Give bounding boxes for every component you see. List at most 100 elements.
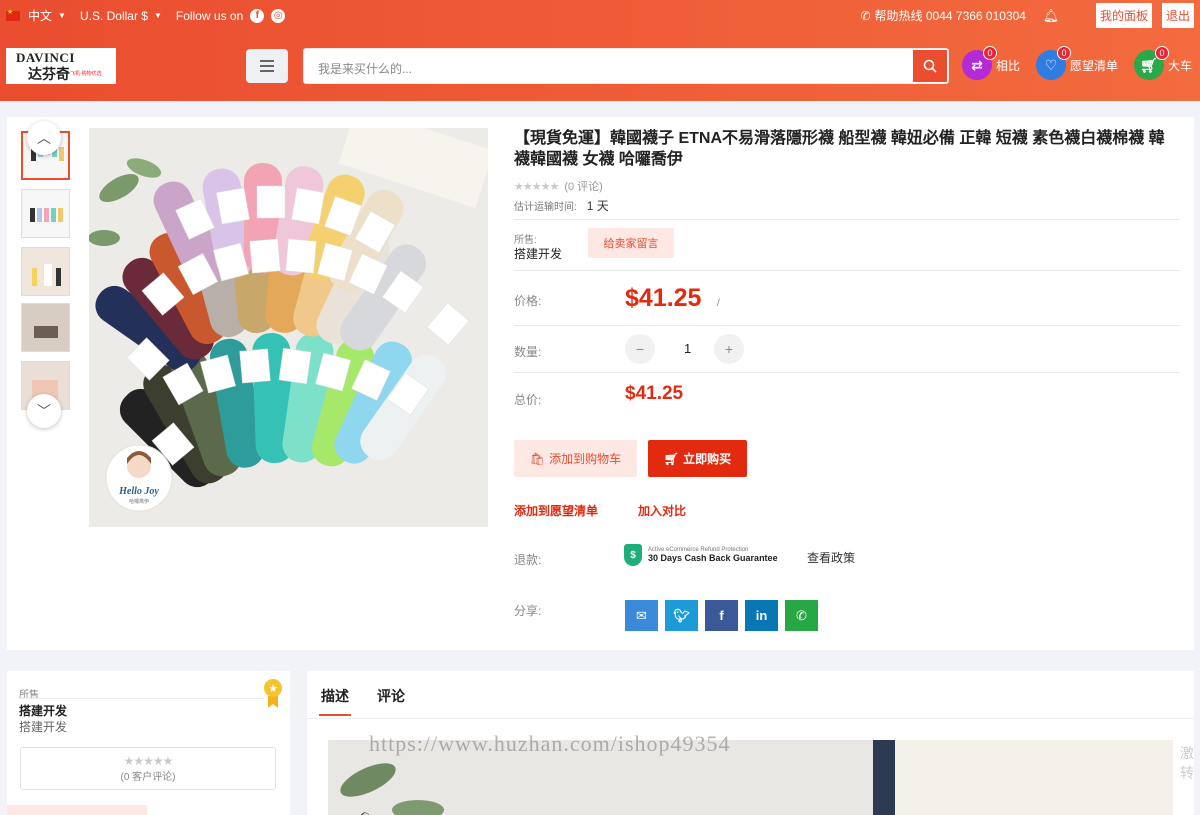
total-value: $41.25 — [625, 383, 684, 404]
quantity-label: 数量: — [514, 345, 542, 359]
view-policy-link[interactable]: 查看政策 — [807, 549, 855, 566]
chevron-down-icon: ▼ — [153, 11, 162, 20]
wishlist-link[interactable]: ♡ 0 愿望清单 — [1036, 46, 1119, 80]
buy-now-label: 立即购买 — [683, 452, 732, 466]
search-bar[interactable]: 我是来买什么的... — [303, 48, 949, 84]
follow-label: Follow us on — [175, 8, 244, 23]
socks-photo: Hello Joy 哈囉喬伊 — [89, 128, 488, 527]
divider — [514, 325, 1180, 326]
compare-count: 0 — [983, 46, 997, 60]
dashboard-button[interactable]: 我的面板 — [1095, 3, 1152, 28]
quantity-decrease-button[interactable]: − — [625, 334, 655, 364]
thumbnail-down-button[interactable]: ﹀ — [27, 394, 61, 428]
add-to-wishlist-link[interactable]: 添加到愿望清单 — [514, 502, 598, 519]
buy-now-button[interactable]: 🛒︎ 立即购买 — [648, 440, 747, 477]
message-seller-button[interactable]: 给卖家留言 — [588, 228, 674, 258]
svg-text:★: ★ — [268, 683, 278, 695]
bell-icon[interactable]: 🔔︎ — [1036, 8, 1066, 24]
cart-icon: 🛒︎ — [663, 451, 680, 466]
search-input[interactable]: 我是来买什么的... — [318, 60, 412, 77]
cart-link[interactable]: 🛒︎ 0 大车 — [1134, 46, 1193, 80]
seller-box-name[interactable]: 搭建开发 — [19, 702, 67, 719]
price-value: $41.25 — [625, 284, 702, 312]
compare-label: 相比 — [996, 58, 1021, 73]
thumbnail-2[interactable] — [21, 189, 70, 238]
linkedin-share-button[interactable]: in — [745, 600, 778, 631]
price-label: 价格: — [514, 294, 542, 308]
seller-name[interactable]: 搭建开发 — [514, 245, 562, 262]
heart-icon: ♡ 0 — [1036, 46, 1071, 80]
compare-link[interactable]: ⇄ 0 相比 — [962, 46, 1021, 80]
guarantee-title: 30 Days Cash Back Guarantee — [648, 553, 778, 563]
twitter-share-button[interactable]: 🐦︎ — [665, 600, 698, 631]
currency-label: U.S. Dollar $ — [79, 8, 148, 23]
compare-icon: ⇄ 0 — [962, 46, 997, 80]
language-label: 中文 — [28, 9, 53, 23]
cart-icon: 🛒︎ 0 — [1134, 46, 1169, 80]
phone-icon: ✆ — [860, 8, 871, 23]
wishlist-count: 0 — [1057, 46, 1071, 60]
search-button[interactable] — [913, 50, 947, 82]
facebook-icon[interactable]: f — [250, 8, 265, 23]
watermark-text: https://www.huzhan.com/ishop49354 — [369, 731, 731, 756]
seller-rating-box: ★★★★★ (0 客户评论) — [20, 747, 276, 790]
chevron-down-icon: ▼ — [58, 11, 66, 20]
quantity-increase-button[interactable]: + — [714, 334, 744, 364]
site-header: 中文 ▼ U.S. Dollar $ ▼ Follow us on f ◎ ✆ … — [0, 0, 1200, 101]
wishlist-label: 愿望清单 — [1070, 58, 1119, 73]
whatsapp-share-button[interactable]: ✆ — [785, 600, 818, 631]
instagram-icon[interactable]: ◎ — [271, 8, 286, 23]
menu-button[interactable] — [246, 49, 288, 83]
logout-button[interactable]: 退出 — [1161, 3, 1194, 28]
medal-icon: ★ — [263, 678, 283, 708]
site-logo[interactable]: DAVINCI 达芬奇 飞机·购物优选 — [6, 48, 116, 84]
seller-box-subname: 搭建开发 — [19, 720, 68, 734]
china-flag-icon — [6, 8, 20, 21]
divider — [514, 270, 1180, 271]
minus-icon: − — [635, 341, 645, 357]
linkedin-icon: in — [755, 608, 768, 623]
divider — [514, 372, 1180, 373]
hamburger-icon — [260, 60, 274, 62]
email-icon: ✉ — [636, 607, 647, 623]
seller-box: 所售 搭建开发 搭建开发 ★ ★★★★★ (0 客户评论) — [7, 671, 290, 815]
thumbnail-4[interactable] — [21, 303, 70, 352]
add-to-cart-button[interactable]: 🛍︎ 添加到购物车 — [514, 440, 637, 477]
search-icon — [923, 59, 937, 73]
add-to-compare-link[interactable]: 加入对比 — [638, 502, 686, 519]
tab-reviews[interactable]: 评论 — [377, 686, 405, 706]
star-rating-icon: ★★★★★ — [123, 754, 174, 768]
product-main-image[interactable]: Hello Joy 哈囉喬伊 — [89, 128, 488, 527]
logo-tagline: 飞机·购物优选 — [70, 71, 102, 77]
refund-guarantee: $ Active eCommerce Refund Protection 30 … — [624, 544, 778, 566]
top-bar: 中文 ▼ U.S. Dollar $ ▼ Follow us on f ◎ ✆ … — [0, 0, 1200, 30]
hotline-text: 帮助热线 0044 7366 010304 — [874, 9, 1026, 23]
thumbnail-up-button[interactable]: ︿ — [27, 121, 61, 155]
bag-icon: 🛍︎ — [529, 451, 546, 466]
quantity-input[interactable]: 1 — [684, 341, 691, 356]
shield-icon: $ — [624, 544, 642, 566]
tab-description[interactable]: 描述 — [319, 686, 351, 716]
thumbnail-list: ︿ ﹀ — [21, 121, 71, 428]
plus-icon: + — [724, 341, 734, 357]
email-share-button[interactable]: ✉ — [625, 600, 658, 631]
share-label: 分享: — [514, 604, 542, 618]
hotline[interactable]: ✆ 帮助热线 0044 7366 010304 — [860, 7, 1026, 24]
whatsapp-icon: ✆ — [796, 607, 807, 623]
product-info: 【現貨免運】韓國襪子 ETNA不易滑落隱形襪 船型襪 韓妞必備 正韓 短襪 素色… — [514, 128, 1180, 631]
facebook-share-button[interactable]: f — [705, 600, 738, 631]
product-card: ︿ ﹀ Hello Joy 哈囉喬伊 【現貨免運】韓國襪子 ETNA不易滑落隱形… — [7, 117, 1194, 650]
image-sticker-text: Hello Joy — [118, 486, 159, 497]
language-selector[interactable]: 中文 ▼ — [6, 7, 66, 24]
currency-selector[interactable]: U.S. Dollar $ ▼ — [80, 9, 162, 23]
seller-tab-indicator — [7, 805, 147, 815]
thumbnail-3[interactable] — [21, 247, 70, 296]
cart-count: 0 — [1155, 46, 1169, 60]
add-to-cart-label: 添加到购物车 — [549, 452, 622, 466]
image-sticker-subtext: 哈囉喬伊 — [129, 498, 149, 505]
product-detail-rows: 所售: 搭建开发 给卖家留言 价格: $41.25 / 数量: − 1 + 总价… — [514, 128, 1180, 648]
social-follow: Follow us on f ◎ — [175, 8, 286, 23]
chevron-down-icon: ﹀ — [37, 403, 51, 419]
total-label: 总价: — [514, 393, 542, 407]
cart-label: 大车 — [1168, 58, 1193, 73]
